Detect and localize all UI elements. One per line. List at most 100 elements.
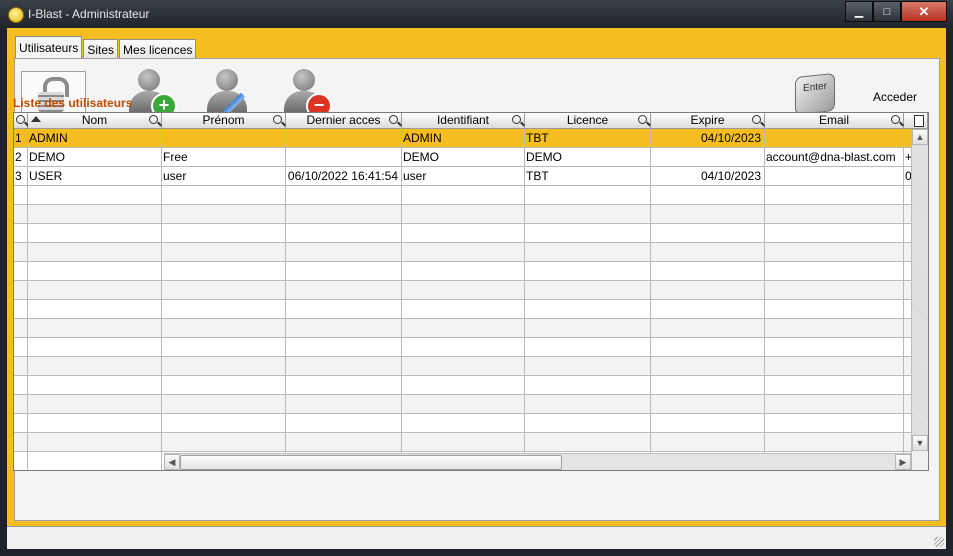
cell-licence[interactable]: TBT <box>525 167 651 186</box>
resize-grip-icon[interactable] <box>934 537 944 547</box>
empty-cell <box>286 414 402 433</box>
cell-dernier-acces[interactable]: 06/10/2022 16:41:54 <box>286 167 402 186</box>
cell-identifiant[interactable]: user <box>402 167 525 186</box>
row-number: 2 <box>14 148 28 167</box>
list-title: Liste des utilisateurs <box>13 96 133 110</box>
cell-identifiant[interactable]: ADMIN <box>402 129 525 148</box>
empty-table-row[interactable] <box>14 281 912 300</box>
empty-table-row[interactable] <box>14 319 912 338</box>
empty-table-row[interactable] <box>14 395 912 414</box>
close-button[interactable]: ✕ <box>901 1 947 22</box>
empty-cell <box>162 338 286 357</box>
cell-expire[interactable] <box>651 148 765 167</box>
empty-table-row[interactable] <box>14 338 912 357</box>
cell-expire[interactable]: 04/10/2023 <box>651 129 765 148</box>
search-icon[interactable] <box>512 115 521 124</box>
cell-prenom[interactable]: user <box>162 167 286 186</box>
empty-cell <box>651 433 765 452</box>
empty-cell <box>162 224 286 243</box>
scroll-left-button[interactable]: ◀ <box>164 454 180 470</box>
acceder-label[interactable]: Acceder <box>873 90 917 104</box>
users-table: Nom Prénom Dernier acces Identifiant Lic… <box>13 112 929 471</box>
col-email[interactable]: Email <box>765 113 904 129</box>
cell-dernier-acces[interactable] <box>286 129 402 148</box>
empty-cell <box>525 300 651 319</box>
cell-prenom[interactable]: Free <box>162 148 286 167</box>
horizontal-scroll-thumb[interactable] <box>180 455 562 470</box>
empty-cell <box>651 205 765 224</box>
cell-prenom[interactable] <box>162 129 286 148</box>
search-icon[interactable] <box>891 115 900 124</box>
table-row[interactable]: 3 USER user 06/10/2022 16:41:54 user TBT… <box>14 167 912 186</box>
enter-button[interactable]: Enter <box>795 72 839 117</box>
cell-dernier-acces[interactable] <box>286 148 402 167</box>
empty-table-row[interactable] <box>14 224 912 243</box>
search-icon[interactable] <box>638 115 647 124</box>
search-icon[interactable] <box>752 115 761 124</box>
empty-cell <box>14 186 28 205</box>
empty-table-row[interactable] <box>14 186 912 205</box>
empty-cell <box>286 357 402 376</box>
search-icon[interactable] <box>149 115 158 124</box>
cell-email[interactable]: account@dna-blast.com <box>765 148 904 167</box>
table-row[interactable]: 2 DEMO Free DEMO DEMO account@dna-blast.… <box>14 148 912 167</box>
scroll-up-button[interactable]: ▲ <box>912 129 928 145</box>
minimize-button[interactable]: ▁ <box>845 1 873 22</box>
horizontal-scrollbar[interactable]: ◀ ▶ <box>164 453 911 470</box>
empty-cell <box>286 186 402 205</box>
empty-cell <box>525 205 651 224</box>
empty-cell <box>525 186 651 205</box>
empty-table-row[interactable] <box>14 357 912 376</box>
cell-licence[interactable]: TBT <box>525 129 651 148</box>
cell-nom[interactable]: ADMIN <box>28 129 162 148</box>
empty-table-row[interactable] <box>14 433 912 452</box>
empty-table-row[interactable] <box>14 300 912 319</box>
cell-expire[interactable]: 04/10/2023 <box>651 167 765 186</box>
empty-cell <box>28 452 162 470</box>
empty-cell <box>402 224 525 243</box>
cell-email[interactable] <box>765 129 904 148</box>
table-header: Nom Prénom Dernier acces Identifiant Lic… <box>14 113 928 129</box>
empty-table-row[interactable] <box>14 376 912 395</box>
empty-cell <box>162 414 286 433</box>
empty-cell <box>402 205 525 224</box>
vertical-scrollbar[interactable]: ▲ ▼ <box>911 129 928 451</box>
maximize-icon: □ <box>883 5 891 18</box>
scroll-down-button[interactable]: ▼ <box>912 435 928 451</box>
cell-licence[interactable]: DEMO <box>525 148 651 167</box>
cell-nom[interactable]: USER <box>28 167 162 186</box>
empty-table-row[interactable] <box>14 243 912 262</box>
col-expire[interactable]: Expire <box>651 113 765 129</box>
search-icon[interactable] <box>273 115 282 124</box>
empty-cell <box>286 243 402 262</box>
maximize-button[interactable]: □ <box>873 1 901 22</box>
empty-cell <box>28 281 162 300</box>
empty-cell <box>286 300 402 319</box>
col-licence[interactable]: Licence <box>525 113 651 129</box>
col-identifiant[interactable]: Identifiant <box>402 113 525 129</box>
table-row[interactable]: 1 ADMIN ADMIN TBT 04/10/2023 <box>14 129 912 148</box>
empty-cell <box>651 243 765 262</box>
tab-sites[interactable]: Sites <box>83 39 119 59</box>
empty-cell <box>162 357 286 376</box>
tab-mes-licences[interactable]: Mes licences <box>119 39 197 59</box>
empty-cell <box>765 281 904 300</box>
row-search-header[interactable] <box>14 113 28 129</box>
col-nom[interactable]: Nom <box>28 113 162 129</box>
cell-nom[interactable]: DEMO <box>28 148 162 167</box>
search-icon[interactable] <box>389 115 398 124</box>
tab-utilisateurs[interactable]: Utilisateurs <box>15 36 83 59</box>
empty-table-row[interactable] <box>14 205 912 224</box>
empty-cell <box>651 262 765 281</box>
empty-table-row[interactable] <box>14 262 912 281</box>
empty-table-row[interactable] <box>14 414 912 433</box>
empty-cell <box>765 224 904 243</box>
scroll-right-button[interactable]: ▶ <box>895 454 911 470</box>
cell-email[interactable] <box>765 167 904 186</box>
col-dernier-acces[interactable]: Dernier acces <box>286 113 402 129</box>
cell-identifiant[interactable]: DEMO <box>402 148 525 167</box>
col-prenom[interactable]: Prénom <box>162 113 286 129</box>
empty-cell <box>651 357 765 376</box>
empty-cell <box>402 357 525 376</box>
col-options[interactable] <box>904 113 928 129</box>
